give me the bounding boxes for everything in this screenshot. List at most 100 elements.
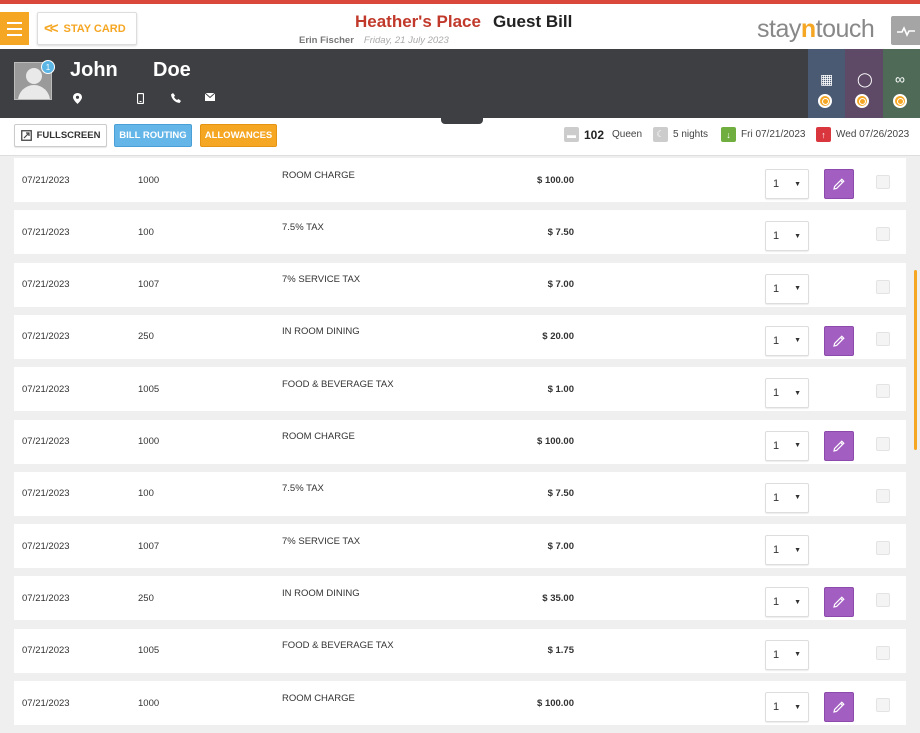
room-type: Queen [612, 129, 643, 140]
page-title: Guest Bill [492, 12, 573, 31]
row-checkbox[interactable] [876, 331, 890, 346]
row-checkbox[interactable] [876, 593, 890, 608]
row-checkbox[interactable] [876, 436, 890, 451]
charge-date: 07/21/2023 [22, 436, 70, 447]
charge-date: 07/21/2023 [22, 226, 70, 238]
charge-amount: $ 20.00 [542, 331, 574, 343]
top-bar: << STAY CARD Heather's Place Guest Bill … [0, 0, 920, 49]
charge-amount: $ 1.00 [547, 383, 574, 395]
stay-card-label: STAY CARD [63, 22, 126, 35]
fullscreen-button[interactable]: FULLSCREEN [14, 124, 107, 147]
caret-down-icon: ▼ [794, 651, 801, 659]
hotel-name: Heather's Place [355, 12, 481, 31]
edit-charge-button[interactable] [824, 587, 854, 618]
tile-preferences[interactable]: ∞ [883, 49, 920, 118]
search-icon [893, 94, 907, 108]
charge-description: ROOM CHARGE [282, 169, 355, 181]
circles-icon: ∞ [895, 71, 905, 87]
table-row: 07/21/2023 100 7.5% TAX $ 7.50 1 ▼ [14, 210, 906, 255]
stayntouch-logo: stayntouch [757, 15, 875, 43]
caret-down-icon: ▼ [794, 598, 801, 606]
guest-header: 1 John Doe ▦ ◯ ∞ [0, 49, 920, 118]
collapse-handle[interactable] [441, 112, 483, 124]
activity-button[interactable] [891, 16, 920, 45]
edit-charge-button[interactable] [824, 430, 854, 461]
phone-icon[interactable] [171, 93, 181, 106]
search-icon [818, 94, 832, 108]
quantity-select[interactable]: 1 ▼ [765, 221, 809, 252]
caret-down-icon: ▼ [794, 180, 801, 188]
quantity-select[interactable]: 1 ▼ [765, 325, 809, 356]
quantity-select[interactable]: 1 ▼ [765, 692, 809, 722]
bill-routing-button[interactable]: BILL ROUTING [114, 124, 192, 147]
caret-down-icon: ▼ [794, 442, 801, 449]
departure-arrow-icon: ↑ [816, 127, 831, 142]
quantity-select[interactable]: 1 ▼ [765, 169, 809, 199]
tile-web[interactable]: ◯ [845, 49, 883, 118]
quantity-select[interactable]: 1 ▼ [765, 587, 809, 618]
charge-code: 1005 [138, 383, 160, 395]
row-checkbox[interactable] [876, 645, 890, 660]
allowances-button[interactable]: ALLOWANCES [200, 124, 277, 147]
charge-description: FOOD & BEVERAGE TAX [282, 640, 394, 652]
quantity-select[interactable]: 1 ▼ [765, 378, 809, 409]
charge-code: 1007 [138, 540, 160, 552]
tile-loyalty[interactable]: ▦ [808, 49, 846, 118]
stay-card-button[interactable]: << STAY CARD [37, 12, 137, 45]
row-checkbox[interactable] [876, 541, 890, 556]
menu-icon-line [7, 27, 22, 30]
caret-down-icon: ▼ [794, 337, 801, 345]
table-row: 07/21/2023 1000 ROOM CHARGE $ 100.00 1 ▼ [14, 419, 906, 464]
row-checkbox[interactable] [876, 488, 890, 503]
departure-info: ↑ Wed 07/26/2023 [816, 127, 909, 142]
table-row: 07/21/2023 250 IN ROOM DINING $ 35.00 1 ▼ [14, 576, 906, 621]
menu-icon-line [7, 21, 22, 24]
charge-description: 7% SERVICE TAX [282, 274, 361, 286]
charge-date: 07/21/2023 [22, 331, 70, 343]
card-icon: ▦ [820, 71, 834, 87]
quantity-value: 1 [773, 596, 780, 609]
location-pin-icon[interactable] [73, 93, 82, 107]
quantity-select[interactable]: 1 ▼ [765, 535, 809, 566]
charge-code: 1007 [138, 279, 160, 291]
table-row: 07/21/2023 1005 FOOD & BEVERAGE TAX $ 1.00 1… [14, 367, 906, 412]
row-checkbox[interactable] [876, 384, 890, 399]
guest-feature-tiles: ▦ ◯ ∞ [808, 49, 920, 118]
charge-amount: $ 7.00 [547, 279, 574, 291]
caret-down-icon: ▼ [794, 232, 801, 240]
quantity-select[interactable]: 1 ▼ [765, 482, 809, 513]
edit-charge-button[interactable] [824, 169, 854, 199]
arrival-date: Fri 07/21/2023 [741, 129, 806, 140]
mobile-phone-icon[interactable] [136, 92, 145, 107]
table-row: 07/21/2023 100 7.5% TAX $ 7.50 1 ▼ [14, 471, 906, 516]
quantity-select[interactable]: 1 ▼ [765, 430, 809, 461]
quantity-value: 1 [773, 282, 780, 295]
charge-code: 1000 [138, 436, 160, 447]
charge-code: 1000 [138, 697, 160, 709]
double-chevron-left-icon: << [44, 20, 58, 37]
caret-down-icon: ▼ [794, 703, 801, 711]
menu-button[interactable] [0, 12, 29, 45]
moon-icon: ☾ [653, 127, 668, 142]
quantity-select[interactable]: 1 ▼ [765, 273, 809, 304]
quantity-select[interactable]: 1 ▼ [765, 639, 809, 670]
edit-charge-button[interactable] [824, 325, 854, 356]
charge-description: IN ROOM DINING [282, 587, 360, 599]
search-icon [855, 94, 869, 108]
row-checkbox[interactable] [876, 279, 890, 294]
charge-date: 07/21/2023 [22, 645, 70, 657]
edit-charge-button[interactable] [824, 692, 854, 722]
guest-last-name: Doe [153, 59, 191, 81]
arrival-info: ↓ Fri 07/21/2023 [721, 127, 806, 142]
pencil-icon [832, 334, 846, 348]
email-icon[interactable] [204, 92, 216, 104]
scrollbar[interactable] [914, 270, 917, 450]
charge-description: 7.5% TAX [282, 221, 324, 233]
row-checkbox[interactable] [876, 227, 890, 242]
charge-description: 7.5% TAX [282, 483, 324, 495]
guest-count-badge: 1 [41, 60, 55, 74]
fullscreen-icon [20, 130, 32, 141]
guest-first-name: John [70, 59, 118, 81]
row-checkbox[interactable] [876, 698, 890, 712]
row-checkbox[interactable] [876, 175, 890, 189]
